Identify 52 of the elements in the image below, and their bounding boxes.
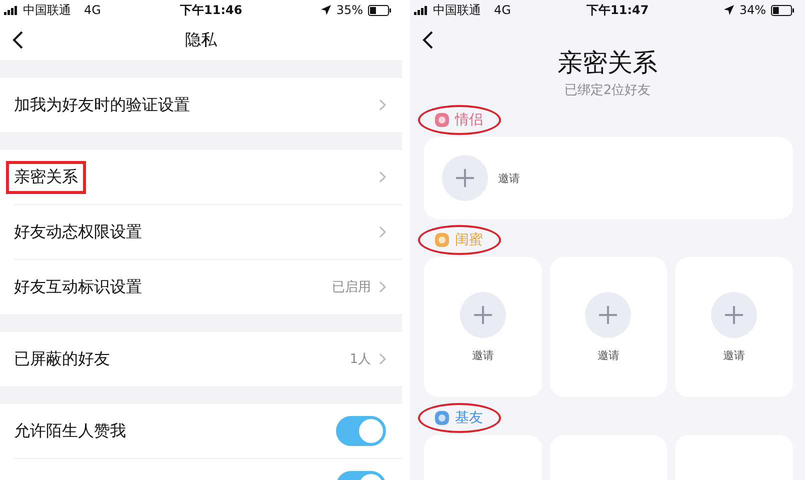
- row-label: 亲密关系: [6, 160, 86, 194]
- row-label: 已屏蔽的好友: [13, 348, 111, 370]
- settings-row[interactable]: 加我为好友时的验证设置: [0, 78, 402, 132]
- back-icon[interactable]: [12, 30, 24, 50]
- section-title: 基友: [455, 409, 483, 427]
- chevron-right-icon: [379, 353, 386, 365]
- invite-label: 邀请: [597, 348, 620, 362]
- row-value: 已启用: [332, 279, 371, 296]
- page-subtitle: 已绑定2位好友: [563, 82, 652, 99]
- invite-label: 邀请: [498, 170, 520, 186]
- signal-icon: [4, 6, 18, 14]
- location-arrow-icon: [321, 5, 332, 15]
- chevron-right-icon: [379, 281, 386, 293]
- page-title: 隐私: [185, 30, 217, 50]
- row-value: 1人: [350, 351, 371, 368]
- row-label: 加我为好友时的验证设置: [13, 94, 191, 116]
- carrier-name: 中国联通: [433, 2, 481, 18]
- settings-row[interactable]: 已屏蔽的好友 1人: [0, 332, 402, 386]
- status-time: 下午11:46: [180, 2, 242, 18]
- settings-row[interactable]: 好友动态权限设置: [14, 204, 402, 259]
- row-label: 好友动态权限设置: [13, 220, 143, 242]
- add-icon[interactable]: [442, 155, 488, 201]
- chevron-right-icon: [379, 171, 386, 183]
- battery-percent: 34%: [739, 3, 766, 17]
- battery-icon: [368, 4, 392, 16]
- add-icon[interactable]: [460, 292, 506, 338]
- network-type: 4G: [494, 3, 511, 17]
- section-icon: [434, 410, 450, 426]
- location-arrow-icon: [724, 5, 734, 15]
- row-label: 好友互动标识设置: [13, 276, 143, 298]
- chevron-right-icon: [379, 226, 386, 238]
- battery-percent: 35%: [336, 3, 363, 17]
- section-title: 情侣: [455, 111, 483, 129]
- row-label: 允许陌生人赞我: [13, 420, 127, 442]
- settings-row[interactable]: 好友互动标识设置 已启用: [14, 259, 402, 314]
- toggle-switch[interactable]: [336, 416, 386, 446]
- battery-icon: [771, 4, 795, 16]
- signal-icon: [414, 6, 428, 14]
- back-icon[interactable]: [422, 30, 434, 50]
- invite-label: 邀请: [472, 348, 494, 362]
- page-title: 亲密关系: [556, 47, 658, 79]
- settings-row[interactable]: 亲密关系: [0, 150, 402, 204]
- section-icon: [434, 232, 450, 248]
- chevron-right-icon: [379, 99, 386, 111]
- section-title: 闺蜜: [455, 231, 483, 249]
- add-icon[interactable]: [711, 292, 758, 338]
- section-icon: [434, 112, 450, 128]
- carrier-name: 中国联通: [23, 2, 71, 18]
- invite-label: 邀请: [723, 348, 746, 362]
- add-icon[interactable]: [585, 292, 632, 338]
- network-type: 4G: [84, 3, 101, 17]
- status-time: 下午11:47: [586, 2, 649, 18]
